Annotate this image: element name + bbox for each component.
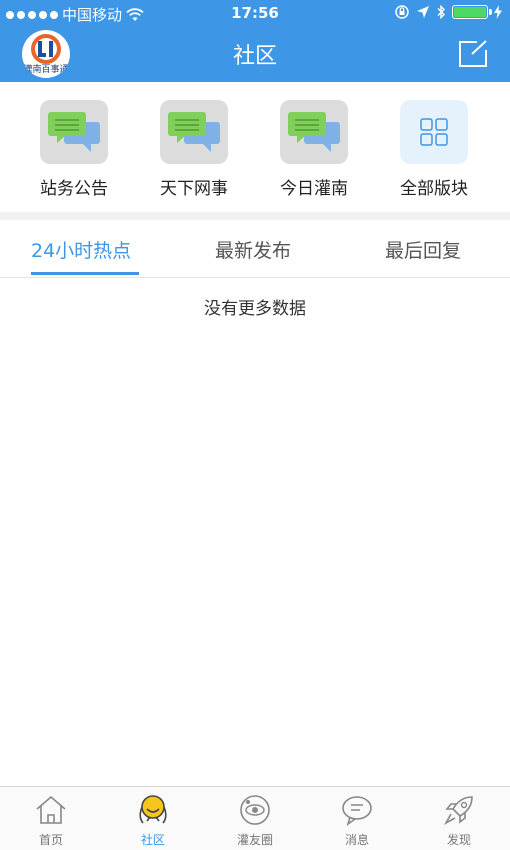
bottom-tab-bar: 首页 社区 灌友圈 消息 发现 bbox=[0, 786, 510, 850]
post-tabs: 24小时热点 最新发布 最后回复 bbox=[0, 220, 510, 278]
top-bar: 中国移动 17:56 灌南百事通 社区 bbox=[0, 0, 510, 82]
status-bar: 中国移动 17:56 bbox=[0, 0, 510, 26]
status-right bbox=[394, 4, 502, 20]
location-arrow-icon bbox=[417, 6, 429, 18]
rocket-icon bbox=[443, 796, 473, 826]
tab-label: 发现 bbox=[446, 833, 471, 847]
charging-icon bbox=[494, 5, 502, 19]
category-today-guannan[interactable]: 今日灌南 bbox=[254, 100, 374, 199]
planet-icon bbox=[240, 795, 270, 825]
active-tab-indicator bbox=[31, 272, 139, 275]
community-mascot-icon bbox=[139, 795, 167, 824]
category-label: 全部版块 bbox=[400, 179, 468, 199]
chat-bubbles-icon bbox=[40, 100, 108, 164]
tab-friend-circle[interactable]: 灌友圈 bbox=[215, 793, 295, 848]
section-divider bbox=[0, 212, 510, 220]
bluetooth-icon bbox=[437, 4, 445, 20]
orientation-lock-icon bbox=[395, 5, 409, 19]
battery-icon bbox=[452, 5, 492, 19]
tab-latest[interactable]: 最新发布 bbox=[215, 236, 291, 263]
forum-categories: 站务公告 天下网事 今日灌南 全部版块 bbox=[0, 82, 510, 212]
tab-discover[interactable]: 发现 bbox=[419, 793, 499, 848]
tab-community[interactable]: 社区 bbox=[113, 793, 193, 848]
page-title: 社区 bbox=[232, 44, 277, 69]
tab-last-reply[interactable]: 最后回复 bbox=[385, 236, 461, 263]
category-world-news[interactable]: 天下网事 bbox=[134, 100, 254, 199]
tab-messages[interactable]: 消息 bbox=[317, 793, 397, 848]
category-label: 今日灌南 bbox=[280, 179, 348, 199]
grid-icon bbox=[400, 100, 468, 164]
empty-state-message: 没有更多数据 bbox=[204, 299, 306, 319]
tab-label: 灌友圈 bbox=[236, 833, 273, 847]
tab-label: 消息 bbox=[344, 833, 369, 847]
tab-label: 社区 bbox=[140, 833, 165, 847]
chat-bubbles-icon bbox=[160, 100, 228, 164]
category-station-notice[interactable]: 站务公告 bbox=[14, 100, 134, 199]
chat-bubbles-icon bbox=[280, 100, 348, 164]
tab-24h-hot[interactable]: 24小时热点 bbox=[31, 236, 131, 263]
category-all-sections[interactable]: 全部版块 bbox=[374, 100, 494, 199]
compose-icon[interactable] bbox=[458, 40, 488, 68]
category-label: 天下网事 bbox=[160, 179, 228, 199]
home-icon bbox=[36, 795, 66, 824]
tab-home[interactable]: 首页 bbox=[11, 793, 91, 848]
tab-label: 首页 bbox=[38, 833, 63, 847]
nav-bar: 灌南百事通 社区 bbox=[0, 26, 510, 82]
message-icon bbox=[342, 796, 372, 826]
category-label: 站务公告 bbox=[40, 179, 108, 199]
